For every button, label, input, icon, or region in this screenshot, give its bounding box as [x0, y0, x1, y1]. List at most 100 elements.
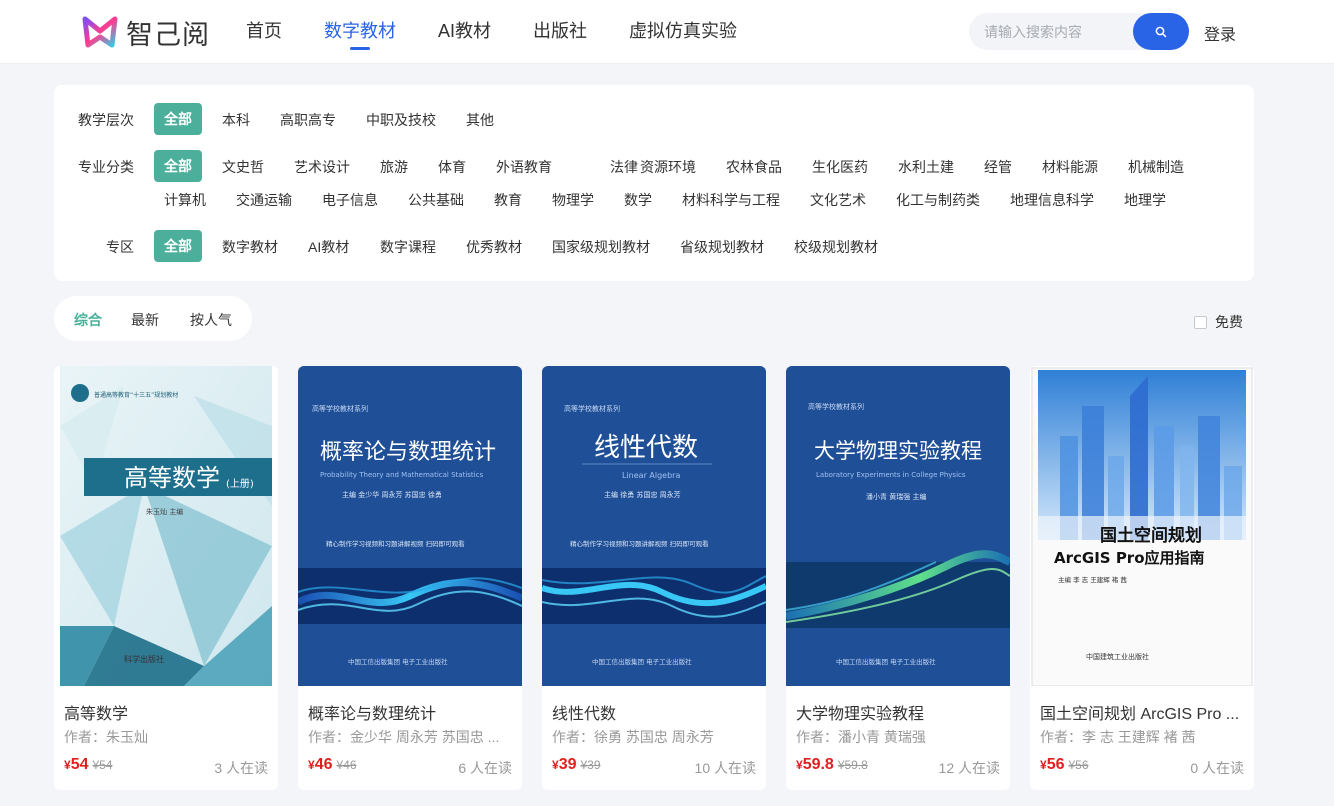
checkbox-icon [1194, 315, 1207, 329]
major-filter-option[interactable]: 数学 [624, 190, 652, 210]
book-title[interactable]: 概率论与数理统计 [308, 700, 512, 724]
major-filter-option[interactable]: 文史哲 [222, 157, 264, 177]
zone-filter-option[interactable]: 优秀教材 [466, 237, 522, 257]
major-filter-option[interactable]: 物理学 [552, 190, 594, 210]
cover-art: 高等学校教材系列 线性代数 Linear Algebra 主编 徐勇 苏国忠 周… [542, 366, 766, 686]
major-filter-option[interactable]: 经管 [984, 157, 1012, 177]
major-filter-option[interactable]: 公共基础 [408, 190, 464, 210]
cover-authors: 潘小青 黄瑞强 主编 [866, 492, 926, 501]
major-filter-option[interactable]: 法律 [610, 157, 638, 177]
book-card[interactable]: 高等学校教材系列 概率论与数理统计 Probability Theory and… [298, 366, 522, 790]
book-cover: 国土空间规划 ArcGIS Pro应用指南 主编 李 志 王建辉 褚 茜 中国建… [1030, 366, 1254, 686]
major-filter-option[interactable]: 计算机 [164, 190, 206, 210]
major-filter-option[interactable]: 艺术设计 [294, 157, 350, 177]
major-filter-option[interactable]: 外语教育 [496, 157, 552, 177]
sort-option-default[interactable]: 综合 [74, 310, 102, 330]
nav-item[interactable]: 虚拟仿真实验 [629, 0, 737, 64]
site-logo[interactable]: 智己阅 [82, 13, 210, 52]
cover-series: 高等学校教材系列 [808, 402, 864, 411]
major-filter-all[interactable]: 全部 [154, 150, 202, 182]
major-filter-option[interactable]: 地理学 [1124, 190, 1166, 210]
sort-option-newest[interactable]: 最新 [131, 310, 159, 330]
major-filter-option[interactable]: 旅游 [380, 157, 408, 177]
price-value: 46 [314, 756, 333, 773]
major-filter-option[interactable]: 交通运输 [236, 190, 292, 210]
book-cover: 高等学校教材系列 线性代数 Linear Algebra 主编 徐勇 苏国忠 周… [542, 366, 766, 686]
currency-symbol: ¥ [1040, 758, 1047, 772]
major-filter-option[interactable]: 水利土建 [898, 157, 954, 177]
zone-filter-option[interactable]: AI教材 [308, 237, 349, 257]
book-cover: 高等学校教材系列 概率论与数理统计 Probability Theory and… [298, 366, 522, 686]
cover-authors: 主编 金少华 周永芳 苏国忠 徐勇 [342, 490, 442, 499]
zone-filter-option[interactable]: 数字课程 [380, 237, 436, 257]
major-filter-option[interactable]: 资源环境 [640, 157, 696, 177]
nav-item[interactable]: AI教材 [438, 0, 491, 64]
cover-art: 国土空间规划 ArcGIS Pro应用指南 主编 李 志 王建辉 褚 茜 中国建… [1031, 367, 1253, 686]
level-filter-option[interactable]: 本科 [222, 110, 250, 130]
major-filter-option[interactable]: 体育 [438, 157, 466, 177]
major-filter-option[interactable]: 地理信息科学 [1010, 190, 1094, 210]
sort-option-popular[interactable]: 按人气 [190, 310, 232, 330]
level-filter-all[interactable]: 全部 [154, 103, 202, 135]
cover-publisher: 中国工信出版集团 电子工业出版社 [592, 657, 692, 666]
login-link[interactable]: 登录 [1204, 21, 1236, 45]
book-title[interactable]: 国土空间规划 ArcGIS Pro ... [1040, 700, 1244, 724]
cover-note: 精心制作学习视频和习题讲解视频 扫码即可观看 [570, 539, 709, 548]
zone-filter-option[interactable]: 数字教材 [222, 237, 278, 257]
major-filter-option[interactable]: 化工与制药类 [896, 190, 980, 210]
cover-series: 普通高等教育“十三五”规划教材 [94, 391, 178, 399]
major-filter-option[interactable]: 材料科学与工程 [682, 190, 780, 210]
search-button[interactable] [1133, 13, 1189, 50]
price-value: 59.8 [802, 756, 834, 773]
book-author: 作者：朱玉灿 [64, 729, 148, 745]
reader-count: 6 人在读 [458, 760, 512, 776]
cover-title: 高等数学 [124, 464, 220, 492]
major-filter-option[interactable]: 电子信息 [322, 190, 378, 210]
reader-count: 12 人在读 [938, 760, 1000, 776]
free-checkbox[interactable]: 免费 [1194, 312, 1243, 332]
cover-title: 概率论与数理统计 [320, 440, 496, 465]
search-input[interactable] [969, 13, 1134, 50]
price-value: 56 [1046, 756, 1065, 773]
major-filter-option[interactable]: 教育 [494, 190, 522, 210]
book-price: ¥56 ¥56 [1040, 756, 1089, 774]
zone-filter-option[interactable]: 省级规划教材 [680, 237, 764, 257]
sort-bar: 综合 最新 按人气 [54, 296, 252, 341]
book-title[interactable]: 高等数学 [64, 700, 268, 724]
nav-item[interactable]: 首页 [246, 0, 282, 64]
book-card[interactable]: 高等学校教材系列 大学物理实验教程 Laboratory Experiments… [786, 366, 1010, 790]
cover-publisher: 科学出版社 [124, 654, 164, 664]
search-icon [1155, 26, 1167, 37]
book-cover: 高等数学 (上册) 普通高等教育“十三五”规划教材 朱玉灿 主编 科学出版社 [54, 366, 278, 686]
book-price: ¥54 ¥54 [64, 756, 113, 774]
cover-subtitle: (上册) [226, 478, 254, 490]
level-filter-option[interactable]: 其他 [466, 110, 494, 130]
level-filter-option[interactable]: 中职及技校 [366, 110, 436, 130]
book-price: ¥39 ¥39 [552, 756, 601, 774]
zone-filter-option[interactable]: 校级规划教材 [794, 237, 878, 257]
reader-count: 0 人在读 [1190, 760, 1244, 776]
original-price: ¥59.8 [837, 758, 868, 772]
book-card[interactable]: 高等数学 (上册) 普通高等教育“十三五”规划教材 朱玉灿 主编 科学出版社 高… [54, 366, 278, 790]
zone-filter-all[interactable]: 全部 [154, 230, 202, 262]
book-card[interactable]: 国土空间规划 ArcGIS Pro应用指南 主编 李 志 王建辉 褚 茜 中国建… [1030, 366, 1254, 790]
book-card[interactable]: 高等学校教材系列 线性代数 Linear Algebra 主编 徐勇 苏国忠 周… [542, 366, 766, 790]
cover-title-line1: 国土空间规划 [1100, 525, 1202, 546]
book-title[interactable]: 线性代数 [552, 700, 756, 724]
major-filter-option[interactable]: 材料能源 [1042, 157, 1098, 177]
nav-item[interactable]: 出版社 [533, 0, 587, 64]
major-filter-option[interactable]: 文化艺术 [810, 190, 866, 210]
filter-panel: 教学层次 专业分类 专区 全部 本科 高职高专 中职及技校 其他 全部 文史哲 艺术设计 旅游体… [54, 85, 1254, 281]
book-author: 作者：徐勇 苏国忠 周永芳 [552, 729, 714, 745]
major-filter-option[interactable]: 农林食品 [726, 157, 782, 177]
level-filter-option[interactable]: 高职高专 [280, 110, 336, 130]
book-title[interactable]: 大学物理实验教程 [796, 700, 1000, 724]
book-author: 作者：潘小青 黄瑞强 [796, 729, 926, 745]
major-filter-option[interactable]: 机械制造 [1128, 157, 1184, 177]
original-price: ¥39 [580, 758, 601, 772]
major-filter-option[interactable]: 生化医药 [812, 157, 868, 177]
nav-item[interactable]: 数字教材 [324, 0, 396, 64]
cover-title-line2: ArcGIS Pro应用指南 [1054, 549, 1205, 567]
zone-filter-option[interactable]: 国家级规划教材 [552, 237, 650, 257]
reader-count: 10 人在读 [694, 760, 756, 776]
